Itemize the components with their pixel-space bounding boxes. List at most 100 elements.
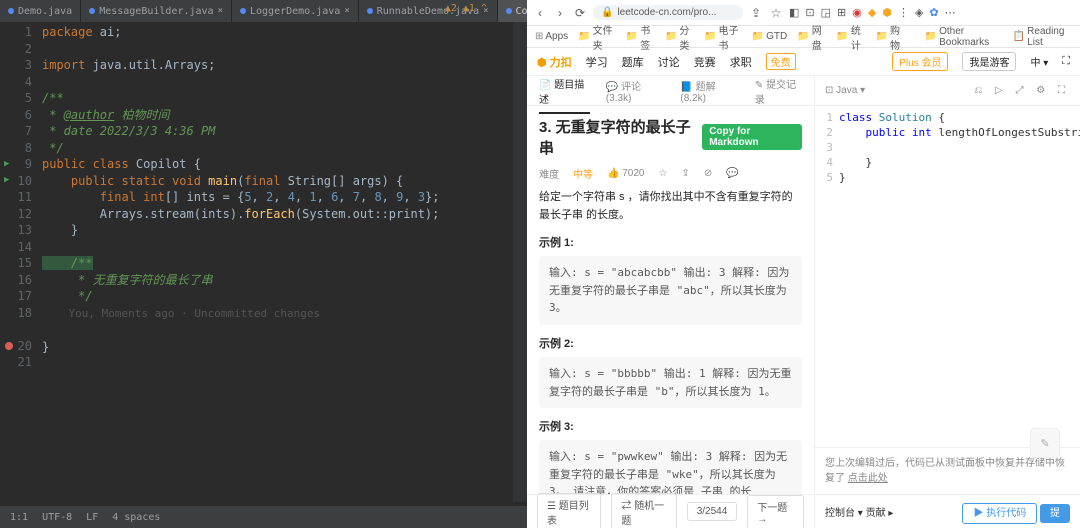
example-title: 示例 3: xyxy=(539,418,802,434)
indent[interactable]: 4 spaces xyxy=(112,512,160,523)
back-icon[interactable]: ‹ xyxy=(533,6,547,20)
bookmark-icon[interactable]: ▷ xyxy=(995,85,1003,96)
reload-icon[interactable]: ⟳ xyxy=(573,6,587,20)
reading-list[interactable]: 📋Reading List xyxy=(1013,26,1072,48)
example-title: 示例 2: xyxy=(539,335,802,351)
line-sep[interactable]: LF xyxy=(86,512,98,523)
apps-icon[interactable]: ⊞Apps xyxy=(535,31,568,42)
example-box: 输入: s = "abcabcbb" 输出: 3 解释: 因为无重复字符的最长子… xyxy=(539,256,802,325)
warnings-indicator[interactable]: ▲2 ▲1 ^ xyxy=(445,3,487,14)
star-icon[interactable]: ☆ xyxy=(769,6,783,20)
bookmark-folder[interactable]: 📁书签 xyxy=(626,22,655,52)
difficulty-label: 难度 xyxy=(539,166,559,181)
ide-panel: Demo.java MessageBuilder.java× LoggerDem… xyxy=(0,0,527,528)
ext-icon[interactable]: ⊡ xyxy=(805,6,814,19)
ide-statusbar: 1:1 UTF-8 LF 4 spaces xyxy=(0,506,527,528)
nav-item[interactable]: 学习 xyxy=(586,54,608,70)
code-editor[interactable]: ▶ ▶ 1234567891011121314151617182021 pack… xyxy=(0,22,527,506)
settings-icon[interactable]: ⚙ xyxy=(1036,85,1045,96)
bookmark-folder[interactable]: 📁文件夹 xyxy=(578,22,616,52)
minimap[interactable] xyxy=(513,22,527,502)
back-icon[interactable]: ⎌ xyxy=(974,85,982,96)
run-gutter-icon[interactable]: ▶ xyxy=(4,156,9,173)
leetcode-topnav: ⬢ 力扣 学习 题库 讨论 竞赛 求职 免费 Plus 会员 我是游客 中 ▾ … xyxy=(527,48,1080,76)
ext-icon[interactable]: ◆ xyxy=(868,6,876,19)
like-icon[interactable]: 👍 7020 xyxy=(607,168,644,179)
bookmark-folder[interactable]: 📁购物 xyxy=(876,22,905,52)
position-indicator[interactable]: 3/2544 xyxy=(687,502,738,521)
lang-select[interactable]: ⊡ Java ▾ xyxy=(825,85,865,96)
expand-icon[interactable]: ⤢ xyxy=(1015,85,1023,96)
fullscreen-icon[interactable]: ⛶ xyxy=(1062,55,1070,68)
difficulty-value: 中等 xyxy=(573,166,593,181)
free-badge: 免费 xyxy=(766,53,796,70)
nav-item[interactable]: 求职 xyxy=(730,54,752,70)
feedback-fab[interactable]: ✎ xyxy=(1030,428,1060,458)
tab-logger[interactable]: LoggerDemo.java× xyxy=(232,0,359,22)
lock-icon: 🔒 xyxy=(601,7,613,18)
anon-button[interactable]: 我是游客 xyxy=(962,52,1016,71)
share-icon[interactable]: ⇪ xyxy=(681,168,689,179)
ext-icon[interactable]: ⊞ xyxy=(837,6,846,19)
nav-item[interactable]: 竞赛 xyxy=(694,54,716,70)
tab-copilot[interactable]: Copilot.java× xyxy=(498,0,527,22)
ext-icon[interactable]: ✿ xyxy=(929,6,938,19)
ext-icon[interactable]: ◈ xyxy=(915,6,923,19)
next-button[interactable]: 下一题 → xyxy=(747,495,804,528)
run-gutter-icon[interactable]: ▶ xyxy=(4,172,9,189)
url-field[interactable]: 🔒leetcode-cn.com/pro... xyxy=(593,5,743,20)
plus-button[interactable]: Plus 会员 xyxy=(892,52,948,71)
bookmarks-bar: ⊞Apps 📁文件夹 📁书签 📁分类 📁电子书 📁GTD 📁网盘 📁统计 📁购物… xyxy=(527,26,1080,48)
feedback-icon[interactable]: ⊘ xyxy=(704,168,712,179)
browser-panel: ‹ › ⟳ 🔒leetcode-cn.com/pro... ⇪ ☆ ◧ ⊡ ◲ … xyxy=(527,0,1080,528)
bookmark-folder[interactable]: 📁网盘 xyxy=(797,22,826,52)
code-text[interactable]: package ai; import java.util.Arrays; /**… xyxy=(38,22,527,506)
copy-button[interactable]: Copy for Markdown xyxy=(702,124,802,150)
star-icon[interactable]: ☆ xyxy=(658,168,667,179)
problem-content: 3. 无重复字符的最长子串 Copy for Markdown 难度 中等 👍 … xyxy=(527,106,814,494)
ext-icon[interactable]: ◉ xyxy=(852,6,862,19)
leetcode-logo[interactable]: ⬢ 力扣 xyxy=(537,54,572,70)
list-button[interactable]: ☰ 题目列表 xyxy=(537,493,601,528)
problem-footer: ☰ 题目列表 ⇄ 随机一题 3/2544 下一题 → xyxy=(527,494,814,528)
nav-item[interactable]: 题库 xyxy=(622,54,644,70)
ext-icon[interactable]: ⋯ xyxy=(945,6,956,19)
bookmark-folder[interactable]: 📁GTD xyxy=(752,31,788,42)
caret-pos: 1:1 xyxy=(10,512,28,523)
example-title: 示例 1: xyxy=(539,234,802,250)
bookmark-folder[interactable]: 📁统计 xyxy=(836,22,865,52)
encoding[interactable]: UTF-8 xyxy=(42,512,72,523)
submit-button[interactable]: 提 xyxy=(1040,504,1070,523)
tab-comments[interactable]: 💬 评论 (3.3k) xyxy=(606,78,665,104)
nav-item[interactable]: 讨论 xyxy=(658,54,680,70)
other-bookmarks[interactable]: 📁Other Bookmarks xyxy=(925,26,1003,48)
ext-icon[interactable]: ⋮ xyxy=(898,6,909,19)
ext-icon[interactable]: ⬢ xyxy=(882,6,892,19)
code-panel: ⊡ Java ▾ ⎌ ▷ ⤢ ⚙ ⛶ 12345 class Solution … xyxy=(815,76,1080,528)
problem-panel: 📄 题目描述 💬 评论 (3.3k) 📘 题解 (8.2k) ✎ 提交记录 3.… xyxy=(527,76,815,528)
run-button[interactable]: ▶ 执行代码 xyxy=(962,503,1037,524)
random-button[interactable]: ⇄ 随机一题 xyxy=(611,493,676,528)
tab-solutions[interactable]: 📘 题解 (8.2k) xyxy=(680,78,739,104)
lang-switch[interactable]: 中 ▾ xyxy=(1030,54,1048,69)
tab-demo[interactable]: Demo.java xyxy=(0,0,81,22)
ext-icon[interactable]: ◲ xyxy=(821,6,831,19)
line-gutter: ▶ ▶ 1234567891011121314151617182021 xyxy=(0,22,38,506)
bookmark-folder[interactable]: 📁电子书 xyxy=(704,22,742,52)
fullscreen-icon[interactable]: ⛶ xyxy=(1058,85,1065,96)
bookmark-folder[interactable]: 📁分类 xyxy=(665,22,694,52)
console-toggle[interactable]: 控制台 ▾ 贡献 ▸ xyxy=(825,504,893,519)
ext-icon[interactable]: ◧ xyxy=(789,6,799,19)
problem-tabs: 📄 题目描述 💬 评论 (3.3k) 📘 题解 (8.2k) ✎ 提交记录 xyxy=(527,76,814,106)
problem-title: 3. 无重复字符的最长子串 xyxy=(539,116,692,158)
example-box: 输入: s = "pwwkew" 输出: 3 解释: 因为无重复字符的最长子串是… xyxy=(539,440,802,494)
forward-icon[interactable]: › xyxy=(553,6,567,20)
solution-editor[interactable]: 12345 class Solution { public int length… xyxy=(815,106,1080,447)
restore-link[interactable]: 点击此处 xyxy=(848,473,888,484)
share-icon[interactable]: ⇪ xyxy=(749,6,763,20)
problem-desc: 给定一个字符串 s ，请你找出其中不含有重复字符的 最长子串 的长度。 xyxy=(539,189,802,224)
chat-icon[interactable]: 💬 xyxy=(726,168,738,179)
tab-msgbuilder[interactable]: MessageBuilder.java× xyxy=(81,0,232,22)
tab-submissions[interactable]: ✎ 提交记录 xyxy=(755,76,802,106)
breakpoint-icon[interactable] xyxy=(5,342,13,350)
